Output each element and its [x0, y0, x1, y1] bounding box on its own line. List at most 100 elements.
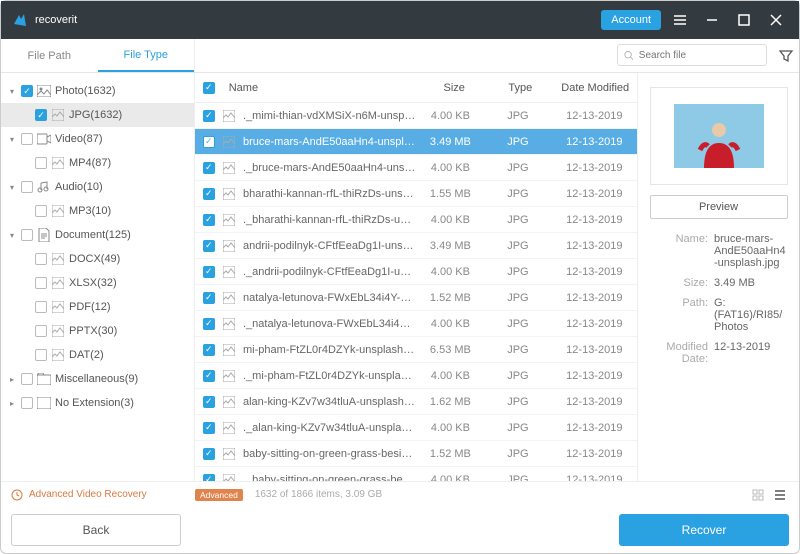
row-checkbox[interactable] [203, 370, 215, 382]
select-all-checkbox[interactable] [203, 82, 215, 94]
filter-icon[interactable] [773, 39, 799, 72]
item-checkbox[interactable] [35, 277, 47, 289]
col-type[interactable]: Type [487, 82, 553, 94]
tree-group[interactable]: ▾ Photo(1632) [1, 79, 194, 103]
advanced-badge: Advanced [195, 489, 243, 501]
close-icon[interactable] [763, 7, 789, 33]
row-type: JPG [484, 344, 551, 356]
row-checkbox[interactable] [203, 448, 215, 460]
table-row[interactable]: bharathi-kannan-rfL-thiRzDs-unsplash.jpg… [195, 181, 637, 207]
item-checkbox[interactable] [35, 253, 47, 265]
chevron-icon[interactable]: ▾ [7, 135, 17, 144]
file-thumb-icon [221, 369, 237, 383]
search-input[interactable] [639, 50, 760, 61]
preview-button[interactable]: Preview [650, 195, 788, 219]
tab-file-type[interactable]: File Type [98, 39, 195, 72]
tree-item[interactable]: DOCX(49) [1, 247, 194, 271]
chevron-icon[interactable]: ▾ [7, 231, 17, 240]
chevron-icon[interactable]: ▸ [7, 399, 17, 408]
tree-group[interactable]: ▾ Document(125) [1, 223, 194, 247]
list-view-icon[interactable] [771, 486, 789, 504]
group-checkbox[interactable] [21, 229, 33, 241]
file-thumb-icon [221, 291, 237, 305]
row-checkbox[interactable] [203, 344, 215, 356]
account-button[interactable]: Account [601, 10, 661, 30]
group-checkbox[interactable] [21, 133, 33, 145]
row-checkbox[interactable] [203, 240, 215, 252]
table-row[interactable]: ._bharathi-kannan-rfL-thiRzDs-unsplash.j… [195, 207, 637, 233]
tree-group[interactable]: ▾ Video(87) [1, 127, 194, 151]
col-name[interactable]: Name [227, 82, 421, 94]
doc-icon [37, 229, 51, 241]
adv-video-recovery-link[interactable]: Advanced Video Recovery [29, 489, 147, 500]
row-checkbox[interactable] [203, 474, 215, 482]
maximize-icon[interactable] [731, 7, 757, 33]
table-row[interactable]: ._mimi-thian-vdXMSiX-n6M-unsplash.jpg 4.… [195, 103, 637, 129]
item-checkbox[interactable] [35, 157, 47, 169]
audio-icon [37, 181, 51, 193]
row-checkbox[interactable] [203, 188, 215, 200]
group-checkbox[interactable] [21, 397, 33, 409]
recover-button[interactable]: Recover [619, 514, 789, 546]
item-checkbox[interactable] [35, 349, 47, 361]
table-row[interactable]: ._baby-sitting-on-green-grass-beside-bea… [195, 467, 637, 481]
search-box[interactable] [617, 44, 767, 66]
tree-item[interactable]: PDF(12) [1, 295, 194, 319]
grid-view-icon[interactable] [749, 486, 767, 504]
row-date: 12-13-2019 [552, 162, 637, 174]
table-row[interactable]: ._alan-king-KZv7w34tluA-unsplash.jpg 4.0… [195, 415, 637, 441]
tree-group[interactable]: ▸ Miscellaneous(9) [1, 367, 194, 391]
row-checkbox[interactable] [203, 422, 215, 434]
col-date[interactable]: Date Modified [553, 82, 637, 94]
item-checkbox[interactable] [35, 325, 47, 337]
back-button[interactable]: Back [11, 514, 181, 546]
tree-item[interactable]: JPG(1632) [1, 103, 194, 127]
group-label: Miscellaneous(9) [55, 373, 138, 385]
row-checkbox[interactable] [203, 292, 215, 304]
minimize-icon[interactable] [699, 7, 725, 33]
row-checkbox[interactable] [203, 396, 215, 408]
chevron-icon[interactable]: ▸ [7, 375, 17, 384]
group-checkbox[interactable] [21, 181, 33, 193]
table-row[interactable]: alan-king-KZv7w34tluA-unsplash.jpg 1.62 … [195, 389, 637, 415]
group-checkbox[interactable] [21, 85, 33, 97]
tab-file-path[interactable]: File Path [1, 39, 98, 72]
misc-icon [37, 373, 51, 385]
tree-item[interactable]: DAT(2) [1, 343, 194, 367]
tree-group[interactable]: ▾ Audio(10) [1, 175, 194, 199]
table-row[interactable]: ._mi-pham-FtZL0r4DZYk-unsplash.jpg 4.00 … [195, 363, 637, 389]
tree-item[interactable]: MP3(10) [1, 199, 194, 223]
menu-icon[interactable] [667, 7, 693, 33]
col-size[interactable]: Size [421, 82, 487, 94]
table-row[interactable]: ._bruce-mars-AndE50aaHn4-unsplash.jpg 4.… [195, 155, 637, 181]
table-row[interactable]: natalya-letunova-FWxEbL34i4Y-unsplash.jp… [195, 285, 637, 311]
table-row[interactable]: ._natalya-letunova-FWxEbL34i4Y-unsplash.… [195, 311, 637, 337]
table-row[interactable]: bruce-mars-AndE50aaHn4-unsplash.jpg 3.49… [195, 129, 637, 155]
row-size: 4.00 KB [417, 370, 484, 382]
row-checkbox[interactable] [203, 136, 215, 148]
tree-item[interactable]: PPTX(30) [1, 319, 194, 343]
table-row[interactable]: mi-pham-FtZL0r4DZYk-unsplash.jpg 6.53 MB… [195, 337, 637, 363]
row-checkbox[interactable] [203, 110, 215, 122]
tree-group[interactable]: ▸ No Extension(3) [1, 391, 194, 415]
logo-icon [11, 11, 29, 29]
item-checkbox[interactable] [35, 109, 47, 121]
chevron-icon[interactable]: ▾ [7, 183, 17, 192]
file-thumb-icon [221, 265, 237, 279]
item-checkbox[interactable] [35, 205, 47, 217]
row-checkbox[interactable] [203, 318, 215, 330]
item-checkbox[interactable] [35, 301, 47, 313]
tree-item[interactable]: XLSX(32) [1, 271, 194, 295]
chevron-icon[interactable]: ▾ [7, 87, 17, 96]
row-checkbox[interactable] [203, 214, 215, 226]
row-checkbox[interactable] [203, 162, 215, 174]
table-row[interactable]: andrii-podilnyk-CFtfEeaDg1I-unsplash.jpg… [195, 233, 637, 259]
thumbnail-frame [650, 87, 788, 185]
row-name: ._mimi-thian-vdXMSiX-n6M-unsplash.jpg [243, 110, 417, 122]
table-row[interactable]: baby-sitting-on-green-grass-beside-bear.… [195, 441, 637, 467]
group-checkbox[interactable] [21, 373, 33, 385]
tree-item[interactable]: MP4(87) [1, 151, 194, 175]
table-row[interactable]: ._andrii-podilnyk-CFtfEeaDg1I-unsplash.j… [195, 259, 637, 285]
row-date: 12-13-2019 [552, 370, 637, 382]
row-checkbox[interactable] [203, 266, 215, 278]
